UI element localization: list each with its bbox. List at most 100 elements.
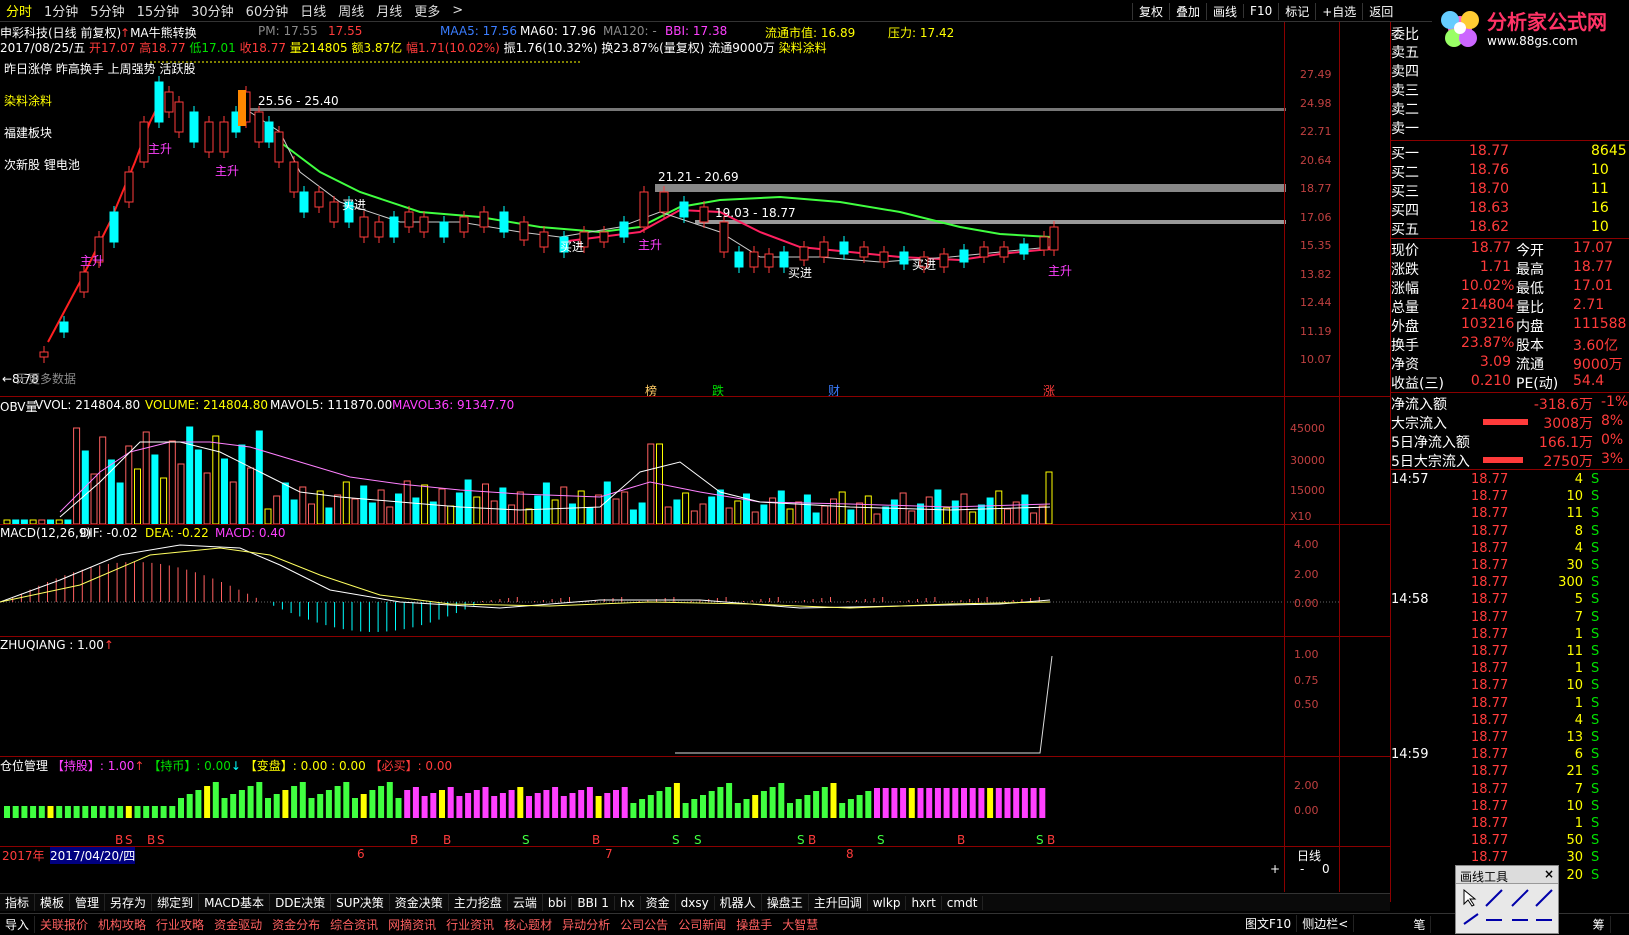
info-tab[interactable]: 行业资讯 bbox=[441, 916, 499, 933]
indicator-tab[interactable]: 绑定到 bbox=[152, 894, 200, 911]
sell-row[interactable]: 卖四 bbox=[1391, 61, 1629, 80]
mark-button[interactable]: 标记 bbox=[1278, 2, 1315, 20]
restore-rights-button[interactable]: 复权 bbox=[1132, 2, 1169, 20]
segment-tool-icon[interactable] bbox=[1463, 913, 1479, 925]
volume-bar bbox=[194, 449, 202, 524]
tab-daily[interactable]: 日线 bbox=[294, 1, 332, 20]
buy-row[interactable]: 买一 18.77 8645 bbox=[1391, 143, 1629, 162]
zoom-in-button[interactable]: + bbox=[1270, 862, 1280, 876]
position-bar bbox=[491, 796, 498, 818]
indicator-tab[interactable]: 操盘王 bbox=[762, 894, 809, 911]
zoom-reset-button[interactable]: 0 bbox=[1322, 862, 1330, 876]
volume-bar bbox=[569, 503, 576, 524]
info-tab[interactable]: 综合资讯 bbox=[325, 916, 383, 933]
trade-signal-mark: S bbox=[522, 833, 530, 847]
tick-row: 18.77 10 S bbox=[1391, 489, 1629, 506]
info-tab[interactable]: 核心题材 bbox=[499, 916, 557, 933]
sell-row[interactable]: 卖一 bbox=[1391, 118, 1629, 137]
overlay-button[interactable]: 叠加 bbox=[1169, 2, 1206, 20]
buy-row[interactable]: 买二 18.76 10 bbox=[1391, 162, 1629, 181]
tab-30min[interactable]: 30分钟 bbox=[185, 1, 240, 20]
f10-graphic-button[interactable]: 图文F10 bbox=[1240, 915, 1298, 932]
position-bar bbox=[447, 787, 454, 818]
zoom-out-button[interactable]: - bbox=[1300, 862, 1304, 876]
indicator-tab[interactable]: 管理 bbox=[70, 894, 106, 911]
cursor-icon[interactable] bbox=[1463, 888, 1477, 907]
close-icon[interactable]: × bbox=[1544, 867, 1554, 881]
tab-chips[interactable]: 筹 bbox=[1588, 915, 1611, 933]
tick-volume: 5 bbox=[1574, 592, 1583, 608]
info-tab[interactable]: 机构攻略 bbox=[93, 916, 151, 933]
info-tab[interactable]: 资金驱动 bbox=[209, 916, 267, 933]
indicator-tab[interactable]: 指标 bbox=[0, 894, 36, 911]
position-bar bbox=[987, 788, 994, 818]
buy-row[interactable]: 买四 18.63 16 bbox=[1391, 200, 1629, 219]
info-tab[interactable]: 操盘手 bbox=[731, 916, 777, 933]
draw-tool-window[interactable]: 画线工具 × bbox=[1455, 865, 1559, 934]
chevron-right-icon[interactable]: > bbox=[446, 3, 469, 18]
indicator-tab[interactable]: bbi bbox=[543, 895, 573, 910]
indicator-tab[interactable]: 另存为 bbox=[105, 894, 153, 911]
indicator-tab[interactable]: 资金 bbox=[641, 894, 676, 911]
f10-button[interactable]: F10 bbox=[1243, 4, 1278, 18]
ray-tool-icon[interactable] bbox=[1511, 889, 1529, 907]
buy-row[interactable]: 买三 18.70 11 bbox=[1391, 181, 1629, 200]
indicator-tab[interactable]: 资金决策 bbox=[390, 894, 449, 911]
tab-15min[interactable]: 15分钟 bbox=[131, 1, 186, 20]
info-tab[interactable]: 公司新闻 bbox=[673, 916, 731, 933]
indicator-tab[interactable]: cmdt bbox=[942, 895, 984, 910]
info-tab[interactable]: 异动分析 bbox=[557, 916, 615, 933]
info-tab[interactable]: 导入 bbox=[0, 915, 36, 933]
indicator-tab[interactable]: 主升回调 bbox=[809, 894, 868, 911]
tab-monthly[interactable]: 月线 bbox=[370, 1, 408, 20]
buy-row[interactable]: 买五 18.62 10 bbox=[1391, 219, 1629, 238]
info-tab[interactable]: 资金分布 bbox=[267, 916, 325, 933]
draw-line-button[interactable]: 画线 bbox=[1206, 2, 1243, 20]
flow-value: 2750万 bbox=[1543, 454, 1593, 470]
candle-body bbox=[859, 246, 869, 258]
tab-1min[interactable]: 1分钟 bbox=[38, 1, 84, 20]
tick-volume: 13 bbox=[1566, 730, 1583, 745]
quote-value: 18.77 bbox=[1470, 240, 1511, 256]
back-button[interactable]: 返回 bbox=[1362, 2, 1399, 20]
tab-pen[interactable]: 笔 bbox=[1408, 915, 1432, 933]
volume-bar bbox=[490, 500, 498, 524]
indicator-tab[interactable]: 机器人 bbox=[715, 894, 762, 911]
tab-weekly[interactable]: 周线 bbox=[332, 1, 370, 20]
indicator-tab[interactable]: hxrt bbox=[906, 895, 942, 910]
sell-row[interactable]: 卖五 bbox=[1391, 42, 1629, 61]
indicator-tab[interactable]: hx bbox=[615, 895, 641, 910]
tick-side: S bbox=[1591, 661, 1600, 677]
sidebar-toggle-button[interactable]: 侧边栏< bbox=[1297, 915, 1355, 932]
info-tab[interactable]: 网摘资讯 bbox=[383, 916, 441, 933]
info-tab[interactable]: 关联报价 bbox=[35, 916, 93, 933]
indicator-tab[interactable]: MACD基本 bbox=[199, 894, 271, 911]
volume-bar bbox=[273, 495, 281, 524]
indicator-tab[interactable]: 云端 bbox=[508, 894, 543, 911]
indicator-tab[interactable]: 模板 bbox=[35, 894, 71, 911]
arrow-tool-icon[interactable] bbox=[1535, 889, 1553, 907]
quote-label: 量比 bbox=[1516, 300, 1544, 316]
info-tab[interactable]: 大智慧 bbox=[777, 916, 823, 933]
indicator-tab[interactable]: wlkp bbox=[868, 895, 907, 910]
info-tab[interactable]: 公司公告 bbox=[615, 916, 673, 933]
indicator-tab[interactable]: 主力挖盘 bbox=[449, 894, 508, 911]
indicator-tab[interactable]: BBI 1 bbox=[572, 895, 615, 910]
add-watchlist-button[interactable]: +自选 bbox=[1315, 2, 1362, 20]
position-bar bbox=[125, 806, 132, 818]
kline-chart-area[interactable]: 申彩科技(日线 前复权) ↑MA牛熊转换 PM: 17.55 17.55 MAA… bbox=[0, 22, 1390, 902]
indicator-tab[interactable]: SUP决策 bbox=[331, 894, 390, 911]
tab-more[interactable]: 更多 bbox=[408, 1, 446, 20]
tab-5min[interactable]: 5分钟 bbox=[84, 1, 130, 20]
indicator-tab[interactable]: dxsy bbox=[676, 895, 715, 910]
sell-row[interactable]: 卖三 bbox=[1391, 80, 1629, 99]
flow-pct: -1% bbox=[1601, 394, 1629, 410]
tick-side: S bbox=[1591, 747, 1600, 763]
sell-row[interactable]: 卖二 bbox=[1391, 99, 1629, 118]
line-tool-icon[interactable] bbox=[1485, 889, 1503, 907]
tab-intraday[interactable]: 分时 bbox=[0, 1, 38, 20]
volume-bar bbox=[395, 493, 402, 524]
indicator-tab[interactable]: DDE决策 bbox=[270, 894, 332, 911]
info-tab[interactable]: 行业攻略 bbox=[151, 916, 209, 933]
tab-60min[interactable]: 60分钟 bbox=[240, 1, 295, 20]
